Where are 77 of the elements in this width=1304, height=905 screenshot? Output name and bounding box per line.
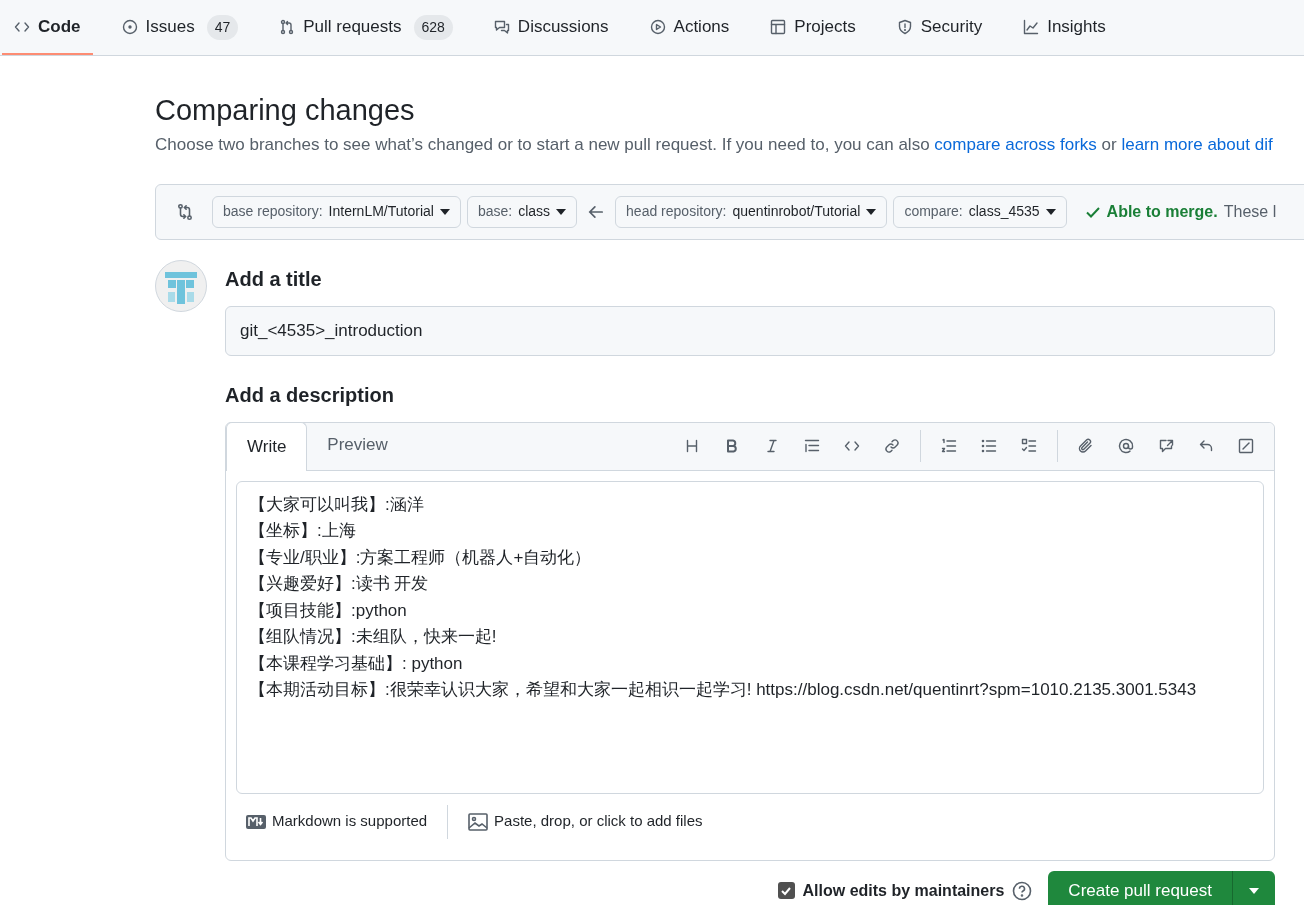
markdown-icon: [246, 814, 266, 829]
description-line: 【兴趣爱好】:读书 开发: [249, 573, 430, 595]
merge-status: Able to merge.: [1106, 201, 1218, 222]
repo-tab[interactable]: Projects: [758, 1, 868, 55]
title-input[interactable]: git_<4535>_introduction: [225, 305, 1275, 356]
description-line: 【专业/职业】:方案工程师（机器人+自动化）: [249, 546, 593, 569]
caret-icon: [1249, 887, 1259, 894]
repo-tab[interactable]: Security: [884, 1, 995, 55]
reference-icon[interactable]: [1158, 437, 1174, 454]
help-icon[interactable]: [1012, 880, 1033, 901]
quote-icon[interactable]: [804, 437, 820, 454]
branch-value: class: [518, 202, 551, 221]
numbered-list-icon[interactable]: [941, 437, 957, 454]
compare-forks-link[interactable]: compare across forks: [934, 135, 1097, 154]
compare-branch-button[interactable]: compare: class_4535: [893, 195, 1067, 228]
repo-tab[interactable]: Pull requests 628: [267, 1, 465, 55]
repo-tab[interactable]: Discussions: [481, 1, 621, 55]
caret-icon: [439, 208, 450, 215]
description-line: 【本期活动目标】:很荣幸认识大家，希望和大家一起相识一起学习! https://blog.csdn.net/quentinrt?spm=1010.2135.3001.5343: [249, 679, 1198, 701]
attach-files-text[interactable]: Paste, drop, or click to add files: [494, 810, 703, 833]
branch-value: InternLM/Tutorial: [328, 202, 434, 221]
italic-icon[interactable]: [764, 437, 780, 454]
image-icon: [468, 812, 489, 831]
avatar-icon: [155, 259, 207, 312]
editor-tab[interactable]: Write: [226, 421, 308, 471]
bulleted-list-icon[interactable]: [981, 437, 997, 454]
merge-note: These l: [1223, 201, 1277, 222]
allow-edits-checkbox[interactable]: [777, 882, 795, 899]
fullscreen-icon[interactable]: [1238, 437, 1254, 454]
editor-tab[interactable]: Preview: [307, 420, 408, 470]
circle-dot-icon: [121, 19, 138, 35]
markdown-note: Markdown is supported: [272, 811, 428, 832]
create-pull-request-button[interactable]: Create pull request: [1048, 870, 1233, 905]
compare-arrows-icon: [176, 202, 194, 221]
branch-label: head repository:: [626, 202, 727, 221]
page-heading: Comparing changes: [155, 93, 416, 128]
allow-edits-label: Allow edits by maintainers: [802, 880, 1005, 901]
description-line: 【本课程学习基础】: python: [249, 652, 464, 675]
paperclip-icon[interactable]: [1078, 437, 1094, 454]
branch-label: base:: [477, 202, 513, 221]
description-textarea[interactable]: 【大家可以叫我】:涵洋 【坐标】:上海 【专业/职业】:方案工程师（机器人+自动化） 【兴趣爱好】:读书 开发 【项目技能】:python 【组队情况】:未组队，快来一起! 【本课程学习基础】: python 【本期活动目标】:很荣幸认识大家，希望和大家一起相识一起学习! https://blog.csdn.net/quentinrt?spm=1010.2135.3001.5343: [236, 480, 1264, 794]
description-line: 【项目技能】:python: [249, 599, 408, 622]
branch-label: compare:: [904, 202, 963, 221]
title-label: Add a title: [225, 266, 323, 292]
branch-label: base repository:: [223, 202, 323, 221]
caret-icon: [556, 208, 567, 215]
repo-tab[interactable]: Actions: [637, 1, 742, 55]
description-line: 【大家可以叫我】:涵洋: [249, 493, 425, 516]
link-icon[interactable]: [884, 437, 900, 454]
play-icon: [649, 19, 666, 35]
head-repository-button[interactable]: head repository: quentinrobot/Tutorial: [615, 195, 888, 228]
repo-tab[interactable]: Issues 47: [109, 1, 251, 55]
bold-icon[interactable]: [724, 437, 740, 454]
branch-value: quentinrobot/Tutorial: [732, 202, 861, 221]
speech-bubbles-icon: [493, 19, 510, 35]
at-sign-icon[interactable]: [1118, 437, 1134, 454]
base-branch-button[interactable]: base: class: [466, 195, 578, 228]
heading-icon[interactable]: [684, 437, 700, 454]
branch-value: class_4535: [968, 202, 1040, 221]
task-list-icon[interactable]: [1021, 437, 1037, 454]
repo-tab[interactable]: Insights: [1011, 1, 1118, 55]
dropdown-button[interactable]: [1233, 870, 1275, 905]
learn-more-link[interactable]: learn more about dif: [1121, 135, 1273, 154]
table-icon: [770, 19, 787, 35]
line-chart-icon: [1023, 19, 1040, 35]
repo-tab[interactable]: Code: [2, 1, 93, 55]
base-repository-button[interactable]: base repository: InternLM/Tutorial: [212, 195, 461, 228]
page-subtitle: Choose two branches to see what’s changed or to start a new pull request. If you need to, you can also compare across forks or learn more about dif: [155, 134, 1274, 156]
pull-request-icon: [279, 19, 296, 35]
description-label: Add a description: [225, 382, 395, 408]
caret-icon: [866, 208, 877, 215]
description-line: 【组队情况】:未组队，快来一起!: [249, 626, 498, 648]
description-line: 【坐标】:上海: [249, 520, 357, 542]
count-badge: 47: [206, 14, 239, 40]
shield-icon: [896, 19, 913, 35]
caret-icon: [1045, 208, 1056, 215]
count-badge: 628: [413, 14, 453, 40]
